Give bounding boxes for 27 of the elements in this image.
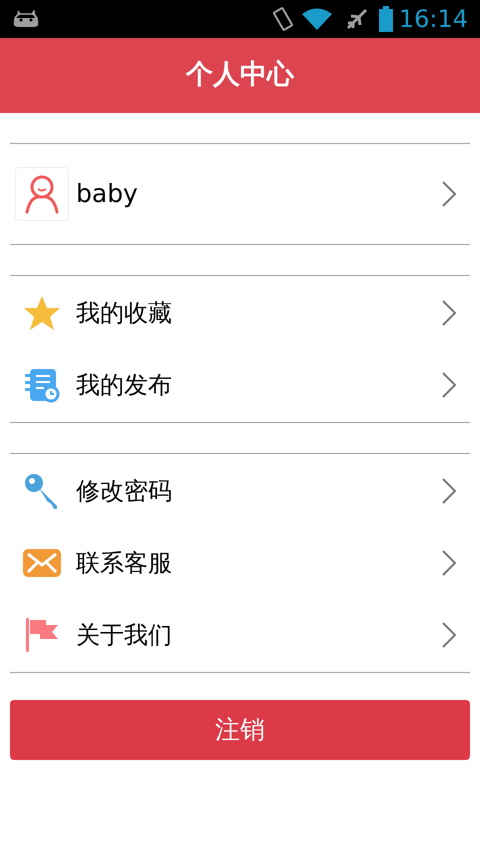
battery-icon [378,6,393,32]
star-icon [23,295,61,331]
vibrate-icon [270,6,295,32]
chevron-icon [442,622,456,648]
logout-button[interactable]: 注销 [10,700,470,760]
notepad-icon [24,367,60,403]
profile-row[interactable]: baby [10,143,470,245]
chevron-icon [442,181,456,207]
flag-icon [24,617,60,653]
menu-item[interactable]: 我的收藏 [10,277,470,349]
airplane-icon [344,7,369,31]
menu-item[interactable]: 修改密码 [10,455,470,527]
menu-item[interactable]: 我的发布 [10,349,470,421]
chevron-icon [442,478,456,504]
menu-item[interactable]: 联系客服 [10,527,470,599]
menu-item[interactable]: 关于我们 [10,599,470,671]
chevron-icon [442,300,456,326]
clock-time: 16:14 [398,4,468,35]
page-title: 个人中心 [186,58,294,92]
user-name: baby [76,178,139,210]
key-icon [24,473,60,509]
android-icon [12,10,40,28]
envelope-icon [23,549,61,577]
chevron-icon [442,372,456,398]
chevron-icon [442,550,456,576]
avatar-icon [15,167,69,221]
wifi-icon [300,7,333,31]
